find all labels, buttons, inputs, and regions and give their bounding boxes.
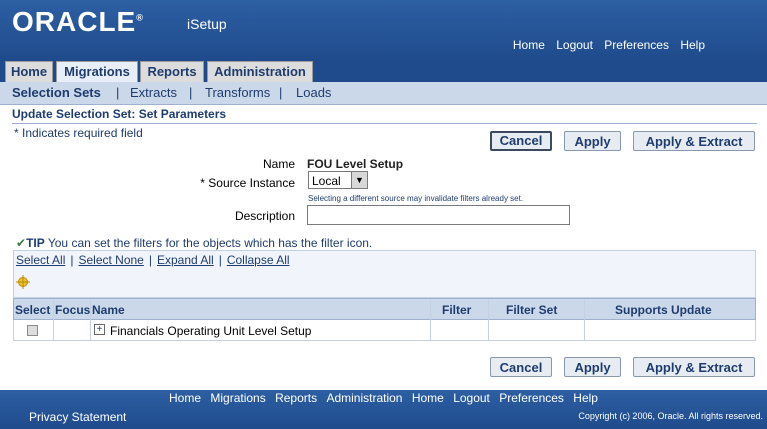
footer-link-preferences[interactable]: Preferences (499, 391, 564, 405)
col-name: Name (92, 303, 125, 317)
footer-link-reports[interactable]: Reports (275, 391, 317, 405)
select-all-link[interactable]: Select All (16, 253, 65, 267)
check-icon: ✔ (16, 236, 27, 250)
source-instance-label: * Source Instance (200, 176, 295, 190)
focus-crosshair-icon[interactable] (16, 275, 30, 292)
required-field-note: * Indicates required field (14, 126, 143, 140)
subnav-selection-sets[interactable]: Selection Sets (12, 82, 101, 104)
footer-link-administration[interactable]: Administration (326, 391, 402, 405)
name-value: FOU Level Setup (307, 157, 404, 171)
tip-message: ✔TIP You can set the filters for the obj… (16, 236, 372, 250)
column-divider (430, 299, 431, 341)
cancel-button-bottom[interactable]: Cancel (490, 357, 552, 377)
source-instance-value: Local (312, 174, 341, 188)
row-select-checkbox[interactable] (27, 325, 38, 336)
sub-navigation: Selection Sets | Extracts | Transforms |… (0, 82, 767, 105)
global-link-home[interactable]: Home (513, 38, 545, 52)
table-action-links: Select All | Select None | Expand All | Collap… (16, 253, 290, 267)
app-name: iSetup (187, 16, 227, 32)
link-separator: | (70, 253, 74, 267)
subnav-separator: | (279, 85, 283, 100)
tab-migrations[interactable]: Migrations (56, 61, 138, 82)
page-title: Update Selection Set: Set Parameters (12, 107, 757, 124)
cancel-button-top[interactable]: Cancel (490, 131, 552, 151)
name-label: Name (262, 157, 295, 171)
footer-link-home[interactable]: Home (169, 391, 201, 405)
footer-link-logout[interactable]: Logout (453, 391, 490, 405)
footer-link-migrations[interactable]: Migrations (210, 391, 265, 405)
apply-extract-button-top[interactable]: Apply & Extract (633, 131, 755, 151)
source-instance-hint: Selecting a different source may invalid… (308, 194, 524, 203)
footer-link-home-2[interactable]: Home (412, 391, 444, 405)
subnav-separator: | (189, 85, 193, 100)
oracle-logo: ORACLE® (12, 6, 144, 37)
subnav-separator: | (116, 85, 120, 100)
col-supports-update: Supports Update (615, 303, 712, 317)
footer-link-help[interactable]: Help (573, 391, 598, 405)
collapse-all-link[interactable]: Collapse All (227, 253, 290, 267)
copyright-text: Copyright (c) 2006, Oracle. All rights r… (578, 411, 763, 421)
subnav-transforms[interactable]: Transforms (205, 82, 270, 104)
global-links: Home Logout Preferences Help (505, 38, 705, 52)
description-input[interactable] (307, 205, 570, 225)
apply-button-bottom[interactable]: Apply (564, 357, 621, 377)
tip-text: You can set the filters for the objects … (47, 236, 373, 250)
global-link-logout[interactable]: Logout (556, 38, 593, 52)
col-filter: Filter (442, 303, 472, 317)
column-divider (53, 299, 54, 341)
expand-all-link[interactable]: Expand All (157, 253, 214, 267)
tab-reports[interactable]: Reports (140, 61, 204, 82)
subnav-loads[interactable]: Loads (296, 82, 331, 104)
col-filter-set: Filter Set (506, 303, 558, 317)
tab-administration[interactable]: Administration (207, 61, 313, 82)
link-separator: | (148, 253, 152, 267)
link-separator: | (218, 253, 222, 267)
subnav-extracts[interactable]: Extracts (130, 82, 177, 104)
column-divider (90, 299, 91, 341)
privacy-statement-link[interactable]: Privacy Statement (29, 410, 126, 424)
column-divider (584, 299, 585, 341)
col-select: Select (15, 303, 51, 317)
apply-button-top[interactable]: Apply (564, 131, 621, 151)
select-none-link[interactable]: Select None (78, 253, 143, 267)
row-name: Financials Operating Unit Level Setup (110, 324, 312, 338)
column-divider (488, 299, 489, 341)
apply-extract-button-bottom[interactable]: Apply & Extract (633, 357, 755, 377)
tab-home[interactable]: Home (5, 61, 53, 82)
global-link-help[interactable]: Help (680, 38, 705, 52)
description-label: Description (234, 209, 295, 223)
col-focus: Focus (55, 303, 91, 317)
dropdown-arrow-icon[interactable]: ▼ (351, 172, 367, 188)
expand-plus-icon[interactable]: + (94, 324, 105, 335)
footer-links: Home Migrations Reports Administration H… (0, 391, 767, 405)
source-instance-select[interactable]: Local ▼ (308, 171, 368, 189)
global-link-preferences[interactable]: Preferences (604, 38, 669, 52)
tip-prefix: TIP (26, 236, 45, 250)
